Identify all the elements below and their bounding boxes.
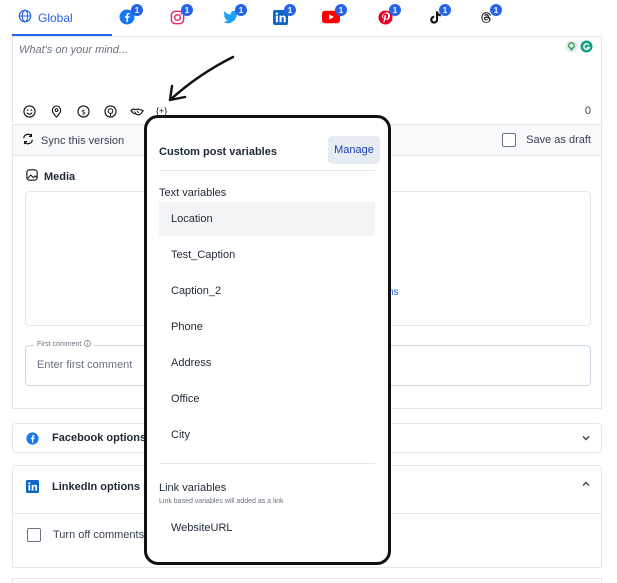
variable-item[interactable]: Test_Caption xyxy=(159,238,375,272)
save-as-draft-toggle[interactable]: Save as draft xyxy=(502,133,591,147)
linkedin-options-label: LinkedIn options xyxy=(52,481,140,493)
variable-item[interactable]: Phone xyxy=(159,310,375,344)
character-count: 0 xyxy=(584,105,591,117)
grammarly-icon[interactable] xyxy=(580,40,593,56)
custom-variables-popover: Custom post variables Manage Text variab… xyxy=(144,115,391,565)
sync-version-button[interactable]: Sync this version xyxy=(22,133,124,148)
chevron-up-icon xyxy=(581,478,591,492)
tab-badge: 1 xyxy=(490,4,502,16)
dollar-icon[interactable]: $ xyxy=(75,103,91,119)
emoji-icon[interactable] xyxy=(21,103,37,119)
location-pin-icon[interactable] xyxy=(48,103,64,119)
first-comment-legend-text: First comment xyxy=(37,341,82,348)
manage-button[interactable]: Manage xyxy=(328,136,380,164)
popover-header: Custom post variables Manage xyxy=(159,136,380,166)
composer-placeholder: What's on your mind... xyxy=(19,44,129,56)
handshake-icon[interactable] xyxy=(129,103,145,119)
variable-item[interactable]: Office xyxy=(159,382,375,416)
first-comment-placeholder: Enter first comment xyxy=(37,359,133,371)
tab-badge: 1 xyxy=(284,4,296,16)
link-variables-heading: Link variables xyxy=(159,482,227,494)
turn-off-comments-checkbox[interactable] xyxy=(27,528,41,542)
turn-off-comments-toggle[interactable]: Turn off comments xyxy=(27,528,144,542)
facebook-icon xyxy=(26,432,39,448)
composer-assist-icons xyxy=(565,40,593,56)
chevron-down-icon xyxy=(581,432,591,446)
variable-item[interactable]: Caption_2 xyxy=(159,274,375,308)
popover-divider xyxy=(159,170,375,171)
next-card-edge xyxy=(12,578,602,583)
turn-off-comments-label: Turn off comments xyxy=(53,529,145,541)
facebook-options-label: Facebook options xyxy=(52,432,147,444)
post-composer[interactable]: What's on your mind... $ {+} 0 xyxy=(12,37,602,123)
tab-global-label: Global xyxy=(38,10,73,25)
media-heading: Media xyxy=(26,169,75,184)
variable-item[interactable]: City xyxy=(159,418,375,452)
svg-text:$: $ xyxy=(81,107,86,116)
linkedin-icon xyxy=(26,480,39,496)
text-variables-heading: Text variables xyxy=(159,187,227,199)
broadcast-icon[interactable] xyxy=(102,103,118,119)
tab-global[interactable]: Global xyxy=(18,9,73,26)
tab-badge: 1 xyxy=(181,4,193,16)
first-comment-legend: First comment xyxy=(34,340,95,349)
sync-label: Sync this version xyxy=(41,134,125,147)
link-variables-subtitle: Link based variables will added as a lin… xyxy=(159,498,284,505)
tab-instagram[interactable]: 1 xyxy=(168,4,193,26)
media-title: Media xyxy=(44,170,76,183)
save-as-draft-checkbox[interactable] xyxy=(502,133,517,147)
platform-tabs xyxy=(12,0,602,36)
sync-icon xyxy=(22,133,34,148)
annotation-arrow xyxy=(168,55,235,102)
tab-badge: 1 xyxy=(131,4,143,16)
tab-badge: 1 xyxy=(389,4,401,16)
tab-facebook[interactable]: 1 xyxy=(118,4,143,26)
variable-item[interactable]: Address xyxy=(159,346,375,380)
info-icon xyxy=(84,340,92,349)
tab-twitter[interactable]: 1 xyxy=(222,4,247,26)
tab-badge: 1 xyxy=(439,4,451,16)
save-as-draft-label: Save as draft xyxy=(526,134,591,146)
tab-linkedin[interactable]: 1 xyxy=(271,4,296,26)
tab-tiktok[interactable]: 1 xyxy=(426,4,451,26)
tab-youtube[interactable]: 1 xyxy=(322,4,347,26)
globe-icon xyxy=(18,9,32,26)
lightbulb-icon[interactable] xyxy=(565,40,578,56)
tab-badge: 1 xyxy=(235,4,247,16)
tab-threads[interactable]: 1 xyxy=(477,4,502,26)
variable-item[interactable]: Location xyxy=(159,202,375,236)
popover-divider xyxy=(159,463,375,464)
tab-badge: 1 xyxy=(335,4,347,16)
tab-pinterest[interactable]: 1 xyxy=(376,4,401,26)
variable-item[interactable]: WebsiteURL xyxy=(159,511,375,545)
image-icon xyxy=(26,169,38,184)
composer-toolbar: $ {+} xyxy=(21,103,167,119)
popover-title: Custom post variables xyxy=(159,146,277,158)
